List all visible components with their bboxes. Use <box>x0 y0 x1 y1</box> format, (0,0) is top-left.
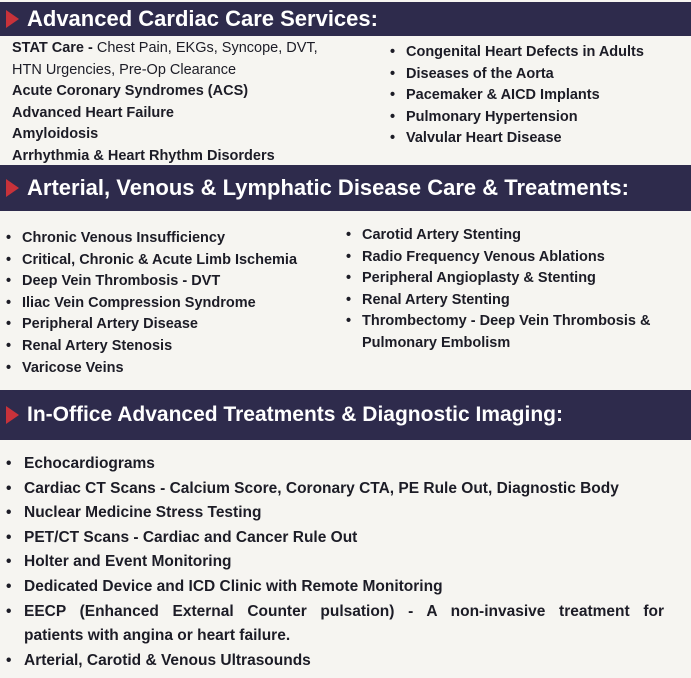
section-banner-vascular: Arterial, Venous & Lymphatic Disease Car… <box>0 165 691 211</box>
list-item: Echocardiograms <box>6 452 664 477</box>
list-item: Amyloidosis <box>12 126 99 143</box>
list-item: Arterial, Carotid & Venous Ultrasounds <box>6 649 664 674</box>
list-item: Advanced Heart Failure <box>12 104 174 121</box>
vascular-list-left: Chronic Venous Insufficiency Critical, C… <box>6 228 297 379</box>
list-item: Renal Artery Stenosis <box>6 336 297 358</box>
list-item: Peripheral Artery Disease <box>6 314 297 336</box>
list-item: Varicose Veins <box>6 358 297 380</box>
list-item: Pulmonary Hypertension <box>390 107 644 129</box>
list-item: Diseases of the Aorta <box>390 64 644 86</box>
list-item: Critical, Chronic & Acute Limb Ischemia <box>6 250 297 272</box>
list-item: PET/CT Scans - Cardiac and Cancer Rule O… <box>6 526 664 551</box>
in-office-list: Echocardiograms Cardiac CT Scans - Calci… <box>6 452 664 673</box>
section-banner-cardiac: Advanced Cardiac Care Services: <box>0 2 691 36</box>
list-item: Holter and Event Monitoring <box>6 550 664 575</box>
section-title: Advanced Cardiac Care Services: <box>27 6 378 31</box>
list-item: Cardiac CT Scans - Calcium Score, Corona… <box>6 477 664 502</box>
list-item: Pacemaker & AICD Implants <box>390 85 644 107</box>
list-item: Thrombectomy - Deep Vein Thrombosis & <box>346 311 650 333</box>
vascular-list-right: Carotid Artery Stenting Radio Frequency … <box>346 225 650 355</box>
list-item: Congenital Heart Defects in Adults <box>390 42 644 64</box>
arrow-icon <box>6 406 19 424</box>
list-item: Deep Vein Thrombosis - DVT <box>6 271 297 293</box>
section-title: Arterial, Venous & Lymphatic Disease Car… <box>27 175 629 200</box>
list-item: Renal Artery Stenting <box>346 290 650 312</box>
list-item: Carotid Artery Stenting <box>346 225 650 247</box>
list-item-continuation: patients with angina or heart failure. <box>24 627 291 645</box>
cardiac-services-list-left: STAT Care - Chest Pain, EKGs, Syncope, D… <box>12 38 318 168</box>
list-item: Iliac Vein Compression Syndrome <box>6 293 297 315</box>
list-item: Chronic Venous Insufficiency <box>6 228 297 250</box>
section-banner-in-office: In-Office Advanced Treatments & Diagnost… <box>0 390 691 440</box>
cardiac-services-list-right: Congenital Heart Defects in Adults Disea… <box>390 42 644 150</box>
list-item: Valvular Heart Disease <box>390 128 644 150</box>
list-item: STAT Care - Chest Pain, EKGs, Syncope, D… <box>12 40 318 56</box>
section-title: In-Office Advanced Treatments & Diagnost… <box>27 403 563 426</box>
list-item: HTN Urgencies, Pre-Op Clearance <box>12 61 237 78</box>
list-item: EECP (Enhanced External Counter pulsatio… <box>6 600 664 625</box>
list-item: Peripheral Angioplasty & Stenting <box>346 268 650 290</box>
list-item: Dedicated Device and ICD Clinic with Rem… <box>6 575 664 600</box>
arrow-icon <box>6 10 19 28</box>
list-item: Nuclear Medicine Stress Testing <box>6 501 664 526</box>
list-item: Acute Coronary Syndromes (ACS) <box>12 83 249 100</box>
list-item-continuation: Pulmonary Embolism <box>362 334 511 351</box>
list-item: Radio Frequency Venous Ablations <box>346 247 650 269</box>
arrow-icon <box>6 179 19 197</box>
